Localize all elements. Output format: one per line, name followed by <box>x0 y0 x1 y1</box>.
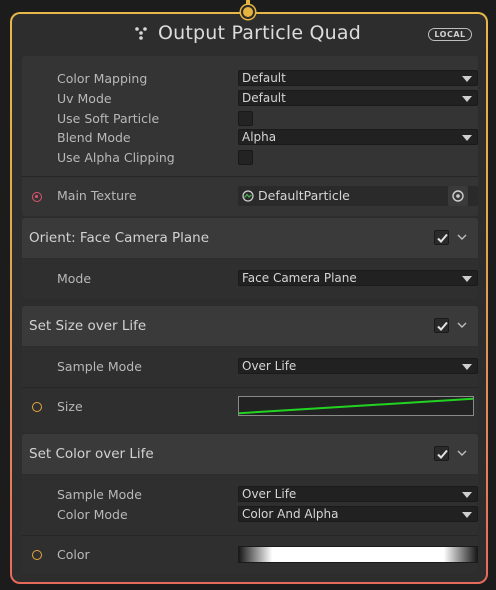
orient-mode-dropdown[interactable]: Face Camera Plane <box>238 270 478 286</box>
chevron-down-icon[interactable] <box>456 231 468 243</box>
target-icon <box>452 190 464 202</box>
size-curve-line <box>238 397 474 415</box>
color-gradient-field[interactable] <box>238 546 478 563</box>
color-mode-dropdown[interactable]: Color And Alpha <box>238 506 478 522</box>
orient-mode-value: Face Camera Plane <box>242 271 357 285</box>
color-mode-label: Color Mode <box>57 507 128 522</box>
dropdown-arrow-icon <box>462 512 472 518</box>
dropdown-arrow-icon <box>462 492 472 498</box>
checkmark-icon <box>437 233 448 243</box>
node-header[interactable]: Output Particle Quad LOCAL <box>12 14 486 54</box>
divider <box>22 387 478 388</box>
dropdown-arrow-icon <box>462 135 472 141</box>
chevron-down-icon[interactable] <box>456 447 468 459</box>
object-picker-button[interactable] <box>448 186 468 206</box>
size-block-title: Set Size over Life <box>29 318 147 334</box>
size-sample-mode-label: Sample Mode <box>57 359 142 374</box>
orient-mode-label: Mode <box>57 271 92 286</box>
dropdown-arrow-icon <box>462 276 472 282</box>
uv-mode-value: Default <box>242 91 286 105</box>
color-label: Color <box>57 547 90 562</box>
flow-input-port[interactable] <box>241 5 255 19</box>
size-label: Size <box>57 399 83 414</box>
blend-mode-value: Alpha <box>242 130 277 144</box>
settings-panel: Color Mapping Default Uv Mode Default Us… <box>22 56 478 216</box>
size-input-port[interactable] <box>32 402 42 412</box>
node-title: Output Particle Quad <box>158 22 361 44</box>
divider <box>22 535 478 536</box>
color-block-title: Set Color over Life <box>29 446 154 462</box>
orient-block-header[interactable]: Orient: Face Camera Plane <box>22 218 478 258</box>
color-block-body: Sample Mode Over Life Color Mode Color A… <box>22 475 478 573</box>
size-sample-mode-value: Over Life <box>242 359 297 373</box>
chevron-down-icon[interactable] <box>456 319 468 331</box>
color-mapping-label: Color Mapping <box>57 71 148 86</box>
uv-mode-dropdown[interactable]: Default <box>238 90 478 106</box>
use-alpha-clipping-label: Use Alpha Clipping <box>57 150 175 165</box>
use-alpha-clipping-checkbox[interactable] <box>238 150 253 165</box>
use-soft-particle-checkbox[interactable] <box>238 111 253 126</box>
texture-icon <box>242 190 254 202</box>
color-sample-mode-value: Over Life <box>242 487 297 501</box>
color-input-port[interactable] <box>32 550 42 560</box>
color-mode-value: Color And Alpha <box>242 507 339 521</box>
blend-mode-dropdown[interactable]: Alpha <box>238 129 478 145</box>
size-block-body: Sample Mode Over Life Size <box>22 347 478 432</box>
color-block-header[interactable]: Set Color over Life <box>22 434 478 474</box>
size-block-header[interactable]: Set Size over Life <box>22 306 478 346</box>
orient-block-title: Orient: Face Camera Plane <box>29 230 210 246</box>
orient-block-body: Mode Face Camera Plane <box>22 259 478 299</box>
color-sample-mode-label: Sample Mode <box>57 487 142 502</box>
size-curve-field[interactable] <box>238 396 474 416</box>
orient-enable-toggle[interactable] <box>434 230 449 245</box>
color-mapping-dropdown[interactable]: Default <box>238 70 478 86</box>
size-enable-toggle[interactable] <box>434 318 449 333</box>
size-curve-graph <box>238 397 474 415</box>
main-texture-value: DefaultParticle <box>258 188 350 203</box>
output-particle-quad-node[interactable]: Output Particle Quad LOCAL Color Mapping… <box>10 12 488 584</box>
use-soft-particle-label: Use Soft Particle <box>57 111 160 126</box>
dropdown-arrow-icon <box>462 76 472 82</box>
checkmark-icon <box>437 449 448 459</box>
main-texture-field[interactable]: DefaultParticle <box>238 186 478 206</box>
blend-mode-label: Blend Mode <box>57 130 131 145</box>
uv-mode-label: Uv Mode <box>57 91 112 106</box>
dropdown-arrow-icon <box>462 96 472 102</box>
dropdown-arrow-icon <box>462 364 472 370</box>
color-sample-mode-dropdown[interactable]: Over Life <box>238 486 478 502</box>
color-mapping-value: Default <box>242 71 286 85</box>
main-texture-label: Main Texture <box>57 188 137 203</box>
size-sample-mode-dropdown[interactable]: Over Life <box>238 358 478 374</box>
main-texture-port[interactable] <box>32 192 42 202</box>
color-enable-toggle[interactable] <box>434 446 449 461</box>
space-badge[interactable]: LOCAL <box>428 28 472 41</box>
checkmark-icon <box>437 321 448 331</box>
vfx-output-icon <box>135 27 147 40</box>
divider <box>22 176 478 177</box>
